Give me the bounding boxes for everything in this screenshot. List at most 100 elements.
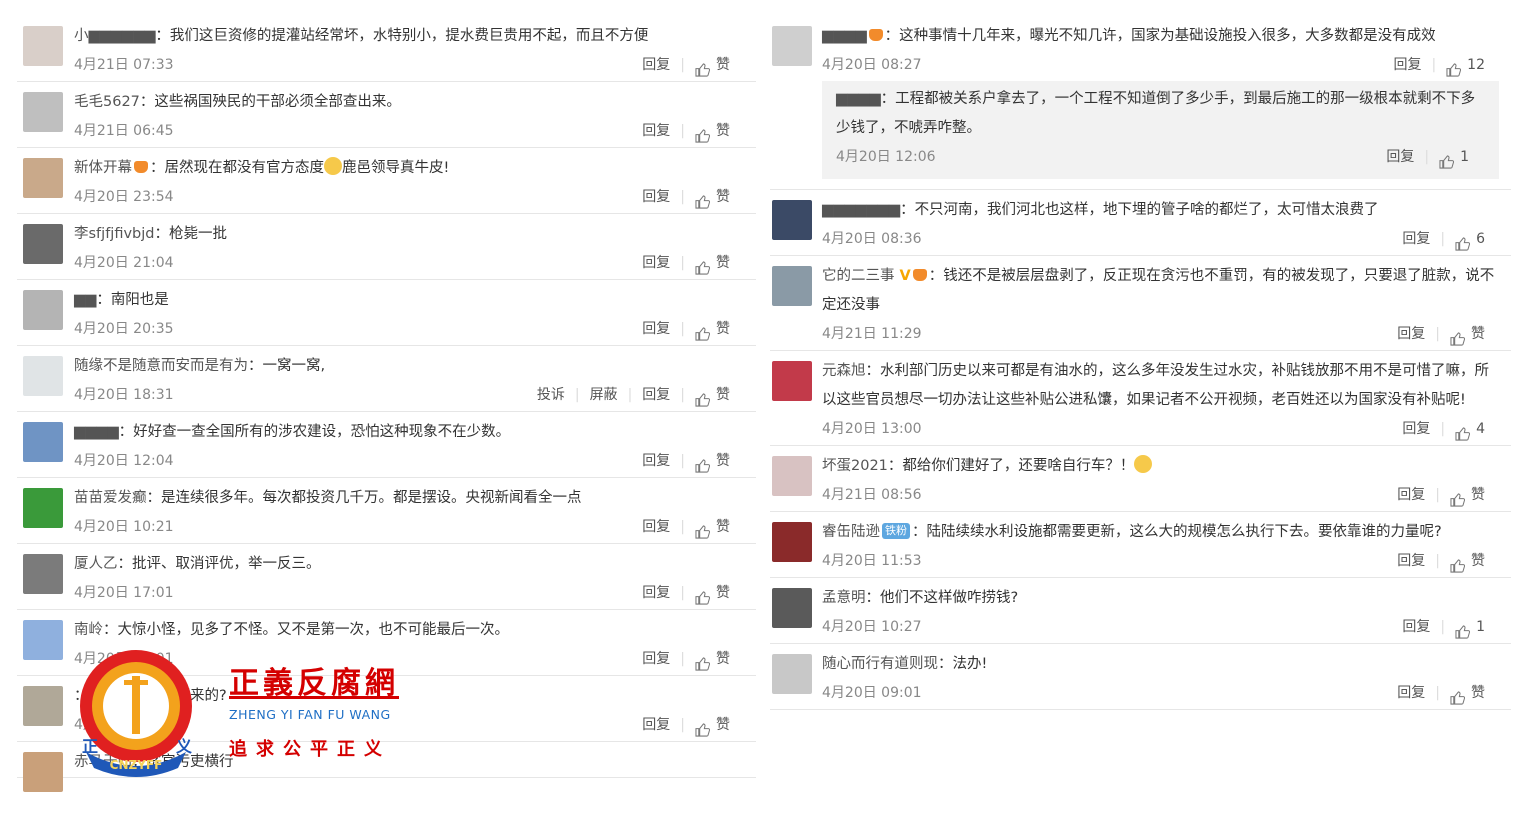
comment-meta: 4月21日 08:56 回复 | 赞 bbox=[822, 481, 1501, 511]
avatar[interactable] bbox=[23, 686, 63, 726]
comment-username[interactable]: 毛毛5627 bbox=[74, 94, 140, 110]
like-button[interactable]: 1 bbox=[1445, 613, 1495, 642]
comment-username[interactable]: ▆▆▆▆▆▆▆ bbox=[822, 202, 900, 218]
comment-time: 4月20日 08:36 bbox=[822, 231, 922, 247]
avatar[interactable] bbox=[23, 92, 63, 132]
comment-username[interactable]: 厦人乙 bbox=[74, 556, 118, 572]
comment-username[interactable]: ▆▆▆▆ bbox=[822, 28, 867, 44]
comment-body: 它的二三事 V ：钱还不是被层层盘剥了，反正现在贪污也不重罚，有的被发现了，只要退… bbox=[822, 256, 1511, 350]
reply-link[interactable]: 回复 bbox=[1387, 320, 1435, 349]
reply-username[interactable]: ▆▆▆▆ bbox=[836, 91, 881, 107]
like-button[interactable]: 赞 bbox=[1440, 547, 1495, 576]
avatar[interactable] bbox=[772, 26, 812, 66]
reply-link[interactable]: 回复 bbox=[632, 249, 680, 278]
reply-link[interactable]: 回复 bbox=[632, 315, 680, 344]
like-button[interactable]: 赞 bbox=[685, 645, 740, 674]
comment-username[interactable]: 南岭 bbox=[74, 622, 103, 638]
avatar[interactable] bbox=[772, 361, 812, 401]
thumbs-up-icon bbox=[1455, 233, 1471, 251]
avatar[interactable] bbox=[23, 620, 63, 660]
comment-actions: 回复 | 4 bbox=[1392, 415, 1495, 444]
like-button[interactable]: 4 bbox=[1445, 415, 1495, 444]
comment-text: 坏蛋2021：都给你们建好了，还要啥自行车？！ bbox=[822, 452, 1501, 481]
reply-link[interactable]: 回复 bbox=[1387, 481, 1435, 510]
avatar[interactable] bbox=[23, 554, 63, 594]
like-button[interactable]: 6 bbox=[1445, 225, 1495, 254]
reply-link[interactable]: 回复 bbox=[1387, 679, 1435, 708]
reply-link[interactable]: 回复 bbox=[1383, 51, 1431, 80]
avatar[interactable] bbox=[772, 266, 812, 306]
avatar[interactable] bbox=[772, 654, 812, 694]
comment-username[interactable]: ▆▆▆▆ bbox=[74, 424, 119, 440]
comment-text: 新体开幕 ：居然现在都没有官方态度 鹿邑领导真牛皮! bbox=[74, 154, 746, 183]
thumbs-up-icon bbox=[695, 125, 711, 143]
comment-item: 睿缶陆逊 铁粉 ：陆陆续续水利设施都需要更新，这么大的规模怎么执行下去。要依靠谁的力… bbox=[770, 512, 1511, 578]
like-button[interactable]: 赞 bbox=[1440, 320, 1495, 349]
comment-username[interactable]: 李sfjfjfivbjd bbox=[74, 226, 154, 242]
comment-actions: 回复 | 赞 bbox=[632, 249, 740, 278]
like-button[interactable]: 赞 bbox=[685, 579, 740, 608]
avatar[interactable] bbox=[23, 752, 63, 792]
reply-link[interactable]: 回复 bbox=[632, 513, 680, 542]
comment-meta: 4月21日 07:33 回复 | 赞 bbox=[74, 51, 746, 81]
reply-link[interactable]: 回复 bbox=[1392, 415, 1440, 444]
comment-item: 新体开幕 ：居然现在都没有官方态度 鹿邑领导真牛皮! 4月20日 23:54 回复 | 赞 bbox=[17, 148, 756, 214]
reply-link[interactable]: 回复 bbox=[632, 645, 680, 674]
reply-link[interactable]: 回复 bbox=[632, 381, 680, 410]
comment-item: ▆▆▆▆：好好查一查全国所有的涉农建设，恐怕这种现象不在少数。 4月20日 12:… bbox=[17, 412, 756, 478]
comment-content: 法办! bbox=[952, 656, 988, 672]
like-button[interactable]: 1 bbox=[1429, 143, 1479, 172]
comment-username[interactable]: 苗苗爱发癫 bbox=[74, 490, 147, 506]
reply-link[interactable]: 回复 bbox=[632, 711, 680, 740]
comment-username[interactable]: 它的二三事 bbox=[822, 268, 895, 284]
like-button[interactable]: 赞 bbox=[685, 513, 740, 542]
comment-username[interactable]: 小▆▆▆▆▆▆ bbox=[74, 28, 155, 44]
like-button[interactable]: 赞 bbox=[685, 381, 740, 410]
comment-username[interactable]: 孟意明 bbox=[822, 590, 866, 606]
comment-time: 4月20日 11:53 bbox=[822, 553, 922, 569]
like-button[interactable]: 赞 bbox=[1440, 679, 1495, 708]
reply-link[interactable]: 回复 bbox=[632, 447, 680, 476]
avatar[interactable] bbox=[23, 488, 63, 528]
comment-username[interactable]: 随心而行有道则现 bbox=[822, 656, 938, 672]
reply-link[interactable]: 回复 bbox=[632, 51, 680, 80]
like-button[interactable]: 赞 bbox=[685, 183, 740, 212]
avatar[interactable] bbox=[23, 356, 63, 396]
comment-username[interactable]: ▆▆ bbox=[74, 292, 96, 308]
reply-link[interactable]: 回复 bbox=[632, 579, 680, 608]
reply-link[interactable]: 回复 bbox=[632, 183, 680, 212]
like-button[interactable]: 赞 bbox=[685, 249, 740, 278]
avatar[interactable] bbox=[23, 290, 63, 330]
comment-username[interactable]: 坏蛋2021 bbox=[822, 458, 888, 474]
like-button[interactable]: 12 bbox=[1436, 51, 1495, 80]
like-button[interactable]: 赞 bbox=[685, 447, 740, 476]
reply-link[interactable]: 回复 bbox=[1376, 143, 1424, 172]
like-button[interactable]: 赞 bbox=[685, 117, 740, 146]
report-link[interactable]: 投诉 bbox=[527, 381, 575, 410]
emoji-face-icon bbox=[1134, 455, 1153, 473]
avatar[interactable] bbox=[772, 522, 812, 562]
avatar[interactable] bbox=[23, 26, 63, 66]
reply-link[interactable]: 回复 bbox=[1392, 613, 1440, 642]
like-button[interactable]: 赞 bbox=[685, 51, 740, 80]
avatar[interactable] bbox=[772, 200, 812, 240]
comment-username[interactable]: 睿缶陆逊 bbox=[822, 524, 880, 540]
comment-username[interactable]: 随缘不是随意而安而是有为 bbox=[74, 358, 248, 374]
crown-badge-icon bbox=[912, 269, 927, 281]
like-button[interactable]: 赞 bbox=[685, 315, 740, 344]
block-link[interactable]: 屏蔽 bbox=[580, 381, 628, 410]
reply-link[interactable]: 回复 bbox=[632, 117, 680, 146]
comment-body: ▆▆：南阳也是 4月20日 20:35 回复 | 赞 bbox=[74, 280, 756, 345]
avatar[interactable] bbox=[23, 158, 63, 198]
comment-item: ▆▆▆▆ ：这种事情十几年来，曝光不知几许，国家为基础设施投入很多，大多数都是没有… bbox=[770, 16, 1511, 190]
like-button[interactable]: 赞 bbox=[685, 711, 740, 740]
reply-link[interactable]: 回复 bbox=[1392, 225, 1440, 254]
reply-link[interactable]: 回复 bbox=[1387, 547, 1435, 576]
avatar[interactable] bbox=[23, 422, 63, 462]
avatar[interactable] bbox=[23, 224, 63, 264]
avatar[interactable] bbox=[772, 588, 812, 628]
comment-username[interactable]: 元森旭 bbox=[822, 363, 866, 379]
like-button[interactable]: 赞 bbox=[1440, 481, 1495, 510]
comment-username[interactable]: 新体开幕 bbox=[74, 160, 132, 176]
avatar[interactable] bbox=[772, 456, 812, 496]
